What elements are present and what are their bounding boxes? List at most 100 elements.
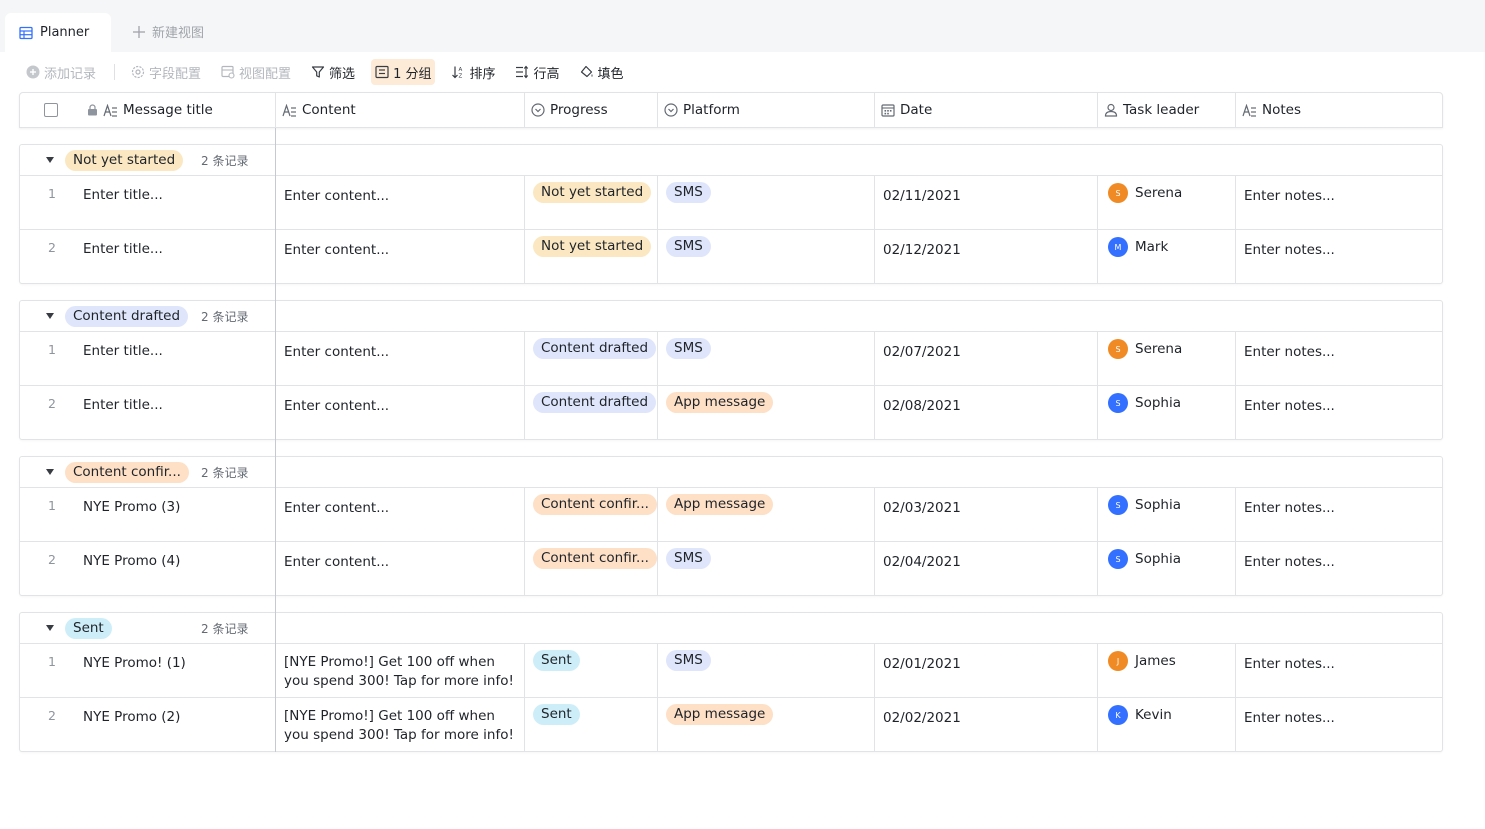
task-leader-cell[interactable]: M Mark [1098,230,1236,284]
sort-button[interactable]: AZ 排序 [447,59,499,85]
content-cell[interactable]: Enter content... [276,176,525,229]
date-cell[interactable]: 02/12/2021 [875,230,1098,284]
progress-cell[interactable]: Content drafted [525,332,658,385]
task-leader-cell[interactable]: S Sophia [1098,386,1236,440]
platform-cell[interactable]: SMS [658,230,875,284]
title-cell[interactable]: 2 NYE Promo (4) [20,542,276,596]
progress-cell[interactable]: Not yet started [525,176,658,229]
filter-button[interactable]: 筛选 [307,59,359,85]
group-status-pill: Content confir... [65,462,189,483]
date-cell[interactable]: 02/11/2021 [875,176,1098,229]
date-cell[interactable]: 02/04/2021 [875,542,1098,596]
progress-cell[interactable]: Not yet started [525,230,658,284]
avatar: S [1108,393,1128,413]
table-row[interactable]: 2 NYE Promo (2) [NYE Promo!] Get 100 off … [20,698,1442,752]
content-cell[interactable]: Enter content... [276,386,525,440]
column-header-progress[interactable]: Progress [525,93,658,127]
date-cell[interactable]: 02/01/2021 [875,644,1098,697]
notes-cell[interactable]: Enter notes... [1236,176,1442,229]
task-leader-cell[interactable]: S Serena [1098,332,1236,385]
tab-planner[interactable]: Planner [5,13,111,52]
notes-cell[interactable]: Enter notes... [1236,386,1442,440]
collapse-caret-icon[interactable] [46,625,54,631]
platform-cell[interactable]: App message [658,386,875,440]
notes-cell[interactable]: Enter notes... [1236,698,1442,752]
task-leader-cell[interactable]: S Serena [1098,176,1236,229]
table-row[interactable]: 2 Enter title... Enter content... Content… [20,386,1442,440]
task-leader-cell[interactable]: J James [1098,644,1236,697]
column-header-platform[interactable]: Platform [658,93,875,127]
column-header-title[interactable]: Message title [20,93,276,127]
title-cell[interactable]: 2 Enter title... [20,386,276,440]
frozen-column-divider[interactable] [275,128,276,752]
progress-cell[interactable]: Content confir... [525,488,658,541]
collapse-caret-icon[interactable] [46,469,54,475]
group-header[interactable]: Not yet started 2 条记录 [20,145,1442,176]
table-row[interactable]: 1 NYE Promo! (1) [NYE Promo!] Get 100 off… [20,644,1442,698]
field-config-button[interactable]: 字段配置 [127,59,205,85]
progress-cell[interactable]: Content drafted [525,386,658,440]
title-cell[interactable]: 1 NYE Promo! (1) [20,644,276,697]
progress-cell[interactable]: Content confir... [525,542,658,596]
new-view-button[interactable]: 新建视图 [132,22,204,41]
table-row[interactable]: 1 Enter title... Enter content... Content… [20,332,1442,386]
content-cell[interactable]: [NYE Promo!] Get 100 off when you spend … [276,698,525,752]
platform-cell[interactable]: SMS [658,332,875,385]
table-row[interactable]: 2 NYE Promo (4) Enter content... Content … [20,542,1442,596]
group-record-count: 2 条记录 [201,310,249,324]
task-leader-cell[interactable]: S Sophia [1098,488,1236,541]
notes-cell[interactable]: Enter notes... [1236,644,1442,697]
title-cell[interactable]: 2 NYE Promo (2) [20,698,276,752]
platform-cell[interactable]: App message [658,698,875,752]
leader-name: Sophia [1135,497,1181,513]
notes-cell[interactable]: Enter notes... [1236,542,1442,596]
task-leader-cell[interactable]: K Kevin [1098,698,1236,752]
group-button[interactable]: 1 分组 [371,59,436,85]
select-all-checkbox[interactable] [44,103,58,117]
group-header[interactable]: Content drafted 2 条记录 [20,301,1442,332]
platform-cell[interactable]: App message [658,488,875,541]
column-header-content[interactable]: Content [276,93,525,127]
table-row[interactable]: 2 Enter title... Enter content... Not yet… [20,230,1442,284]
content-cell[interactable]: Enter content... [276,230,525,284]
platform-cell[interactable]: SMS [658,644,875,697]
progress-cell[interactable]: Sent [525,698,658,752]
notes-cell[interactable]: Enter notes... [1236,230,1442,284]
content-cell[interactable]: Enter content... [276,542,525,596]
column-header-task-leader[interactable]: Task leader [1098,93,1236,127]
view-config-button[interactable]: 视图配置 [217,59,295,85]
content-cell[interactable]: Enter content... [276,332,525,385]
progress-cell[interactable]: Sent [525,644,658,697]
platform-cell[interactable]: SMS [658,542,875,596]
notes-cell[interactable]: Enter notes... [1236,332,1442,385]
column-header-date[interactable]: Date [875,93,1098,127]
collapse-caret-icon[interactable] [46,313,54,319]
title-cell[interactable]: 2 Enter title... [20,230,276,284]
table-row[interactable]: 1 NYE Promo (3) Enter content... Content … [20,488,1442,542]
title-cell[interactable]: 1 NYE Promo (3) [20,488,276,541]
content-cell[interactable]: Enter content... [276,488,525,541]
title-text: NYE Promo (2) [83,709,181,725]
single-select-icon [531,103,545,117]
collapse-caret-icon[interactable] [46,157,54,163]
content-cell[interactable]: [NYE Promo!] Get 100 off when you spend … [276,644,525,697]
task-leader-cell[interactable]: S Sophia [1098,542,1236,596]
add-record-button[interactable]: 添加记录 [22,59,100,85]
avatar: S [1108,183,1128,203]
group-header[interactable]: Sent 2 条记录 [20,613,1442,644]
date-cell[interactable]: 02/07/2021 [875,332,1098,385]
svg-text:A: A [459,67,463,73]
progress-tag: Sent [533,650,580,671]
column-header-notes[interactable]: Notes [1236,93,1442,127]
title-cell[interactable]: 1 Enter title... [20,176,276,229]
date-cell[interactable]: 02/08/2021 [875,386,1098,440]
title-cell[interactable]: 1 Enter title... [20,332,276,385]
group-header[interactable]: Content confir... 2 条记录 [20,457,1442,488]
table-row[interactable]: 1 Enter title... Enter content... Not yet… [20,176,1442,230]
fill-color-button[interactable]: 填色 [576,59,628,85]
date-cell[interactable]: 02/02/2021 [875,698,1098,752]
notes-cell[interactable]: Enter notes... [1236,488,1442,541]
date-cell[interactable]: 02/03/2021 [875,488,1098,541]
platform-cell[interactable]: SMS [658,176,875,229]
row-height-button[interactable]: 行高 [511,59,563,85]
